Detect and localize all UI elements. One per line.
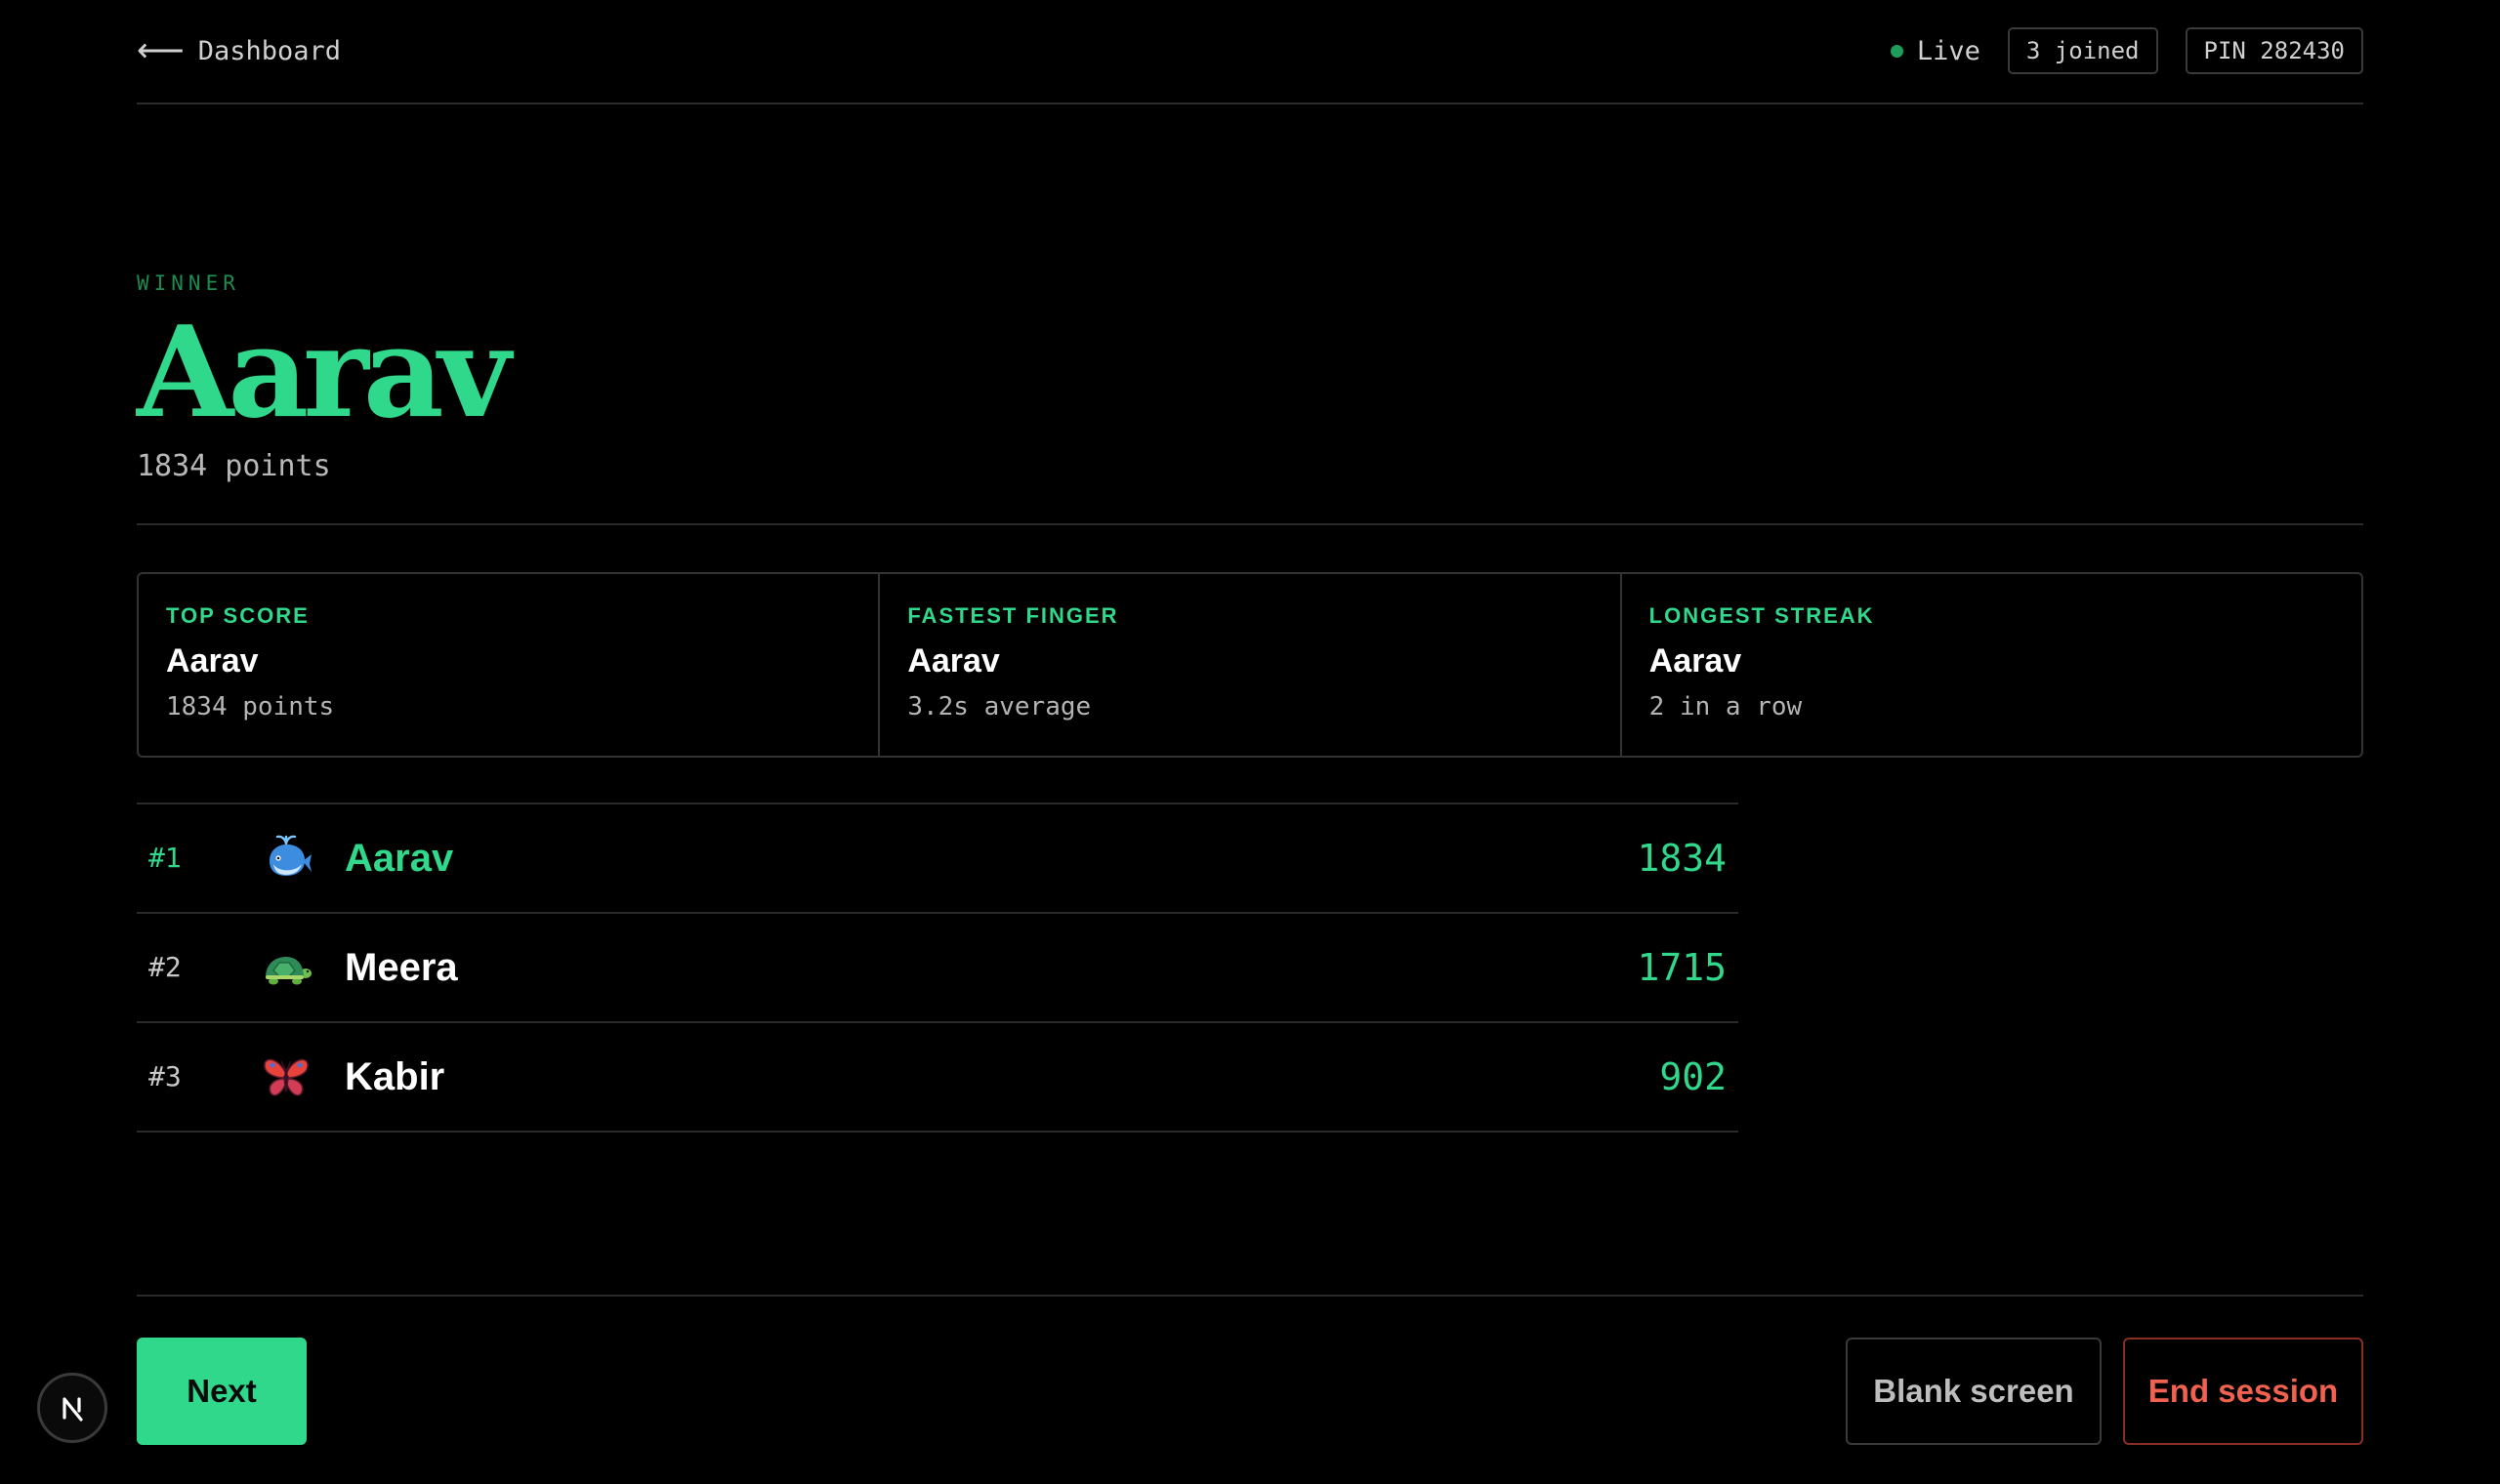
session-status: Live 3 joined PIN 282430: [1890, 27, 2363, 74]
stat-name: Aarav: [1648, 642, 1742, 680]
live-label: Live: [1916, 35, 1980, 66]
butterfly-icon: [264, 1058, 309, 1096]
joined-count-badge: 3 joined: [2007, 27, 2158, 74]
player-name: Kabir: [345, 1055, 445, 1098]
player-score: 1834: [1637, 837, 1727, 880]
n-logo-glyph: [62, 1397, 83, 1422]
stat-detail: 3.2s average: [907, 692, 1092, 721]
winner-points: 1834 points: [137, 449, 331, 483]
top-bar: ⟵ Dashboard Live 3 joined PIN 282430: [137, 0, 2363, 104]
stat-label: LONGEST STREAK: [1648, 603, 1875, 628]
stats-panel: TOP SCORE Aarav 1834 points FASTEST FING…: [137, 572, 2363, 758]
player-name: Aarav: [345, 837, 454, 880]
stat-name: Aarav: [907, 642, 1000, 680]
stat-label: FASTEST FINGER: [907, 603, 1119, 628]
stat-detail: 1834 points: [166, 692, 335, 721]
leaderboard-row: #2 Meera 1715: [137, 914, 1738, 1023]
nextjs-logo-icon[interactable]: [37, 1373, 107, 1443]
arrow-left-icon: ⟵: [137, 32, 185, 69]
blank-screen-button[interactable]: Blank screen: [1846, 1338, 2102, 1445]
stat-card-longest-streak: LONGEST STREAK Aarav 2 in a row: [1619, 574, 2361, 756]
stat-detail: 2 in a row: [1648, 692, 1803, 721]
player-name: Meera: [345, 946, 458, 989]
whale-icon: [270, 835, 312, 876]
stat-card-top-score: TOP SCORE Aarav 1834 points: [139, 574, 878, 756]
stat-name: Aarav: [166, 642, 259, 680]
stat-label: TOP SCORE: [166, 603, 310, 628]
divider: [137, 1295, 2363, 1297]
turtle-icon: [266, 957, 312, 985]
rank: #1: [148, 842, 182, 874]
live-indicator: Live: [1890, 35, 1980, 66]
leaderboard-row: #1 Aarav 1834: [137, 804, 1738, 914]
live-dot-icon: [1890, 44, 1903, 58]
player-score: 1715: [1637, 946, 1727, 989]
back-label: Dashboard: [197, 35, 342, 66]
leaderboard-row: #3 Kabir 902: [137, 1023, 1738, 1133]
pin-badge: PIN 282430: [2185, 27, 2363, 74]
stat-card-fastest-finger: FASTEST FINGER Aarav 3.2s average: [878, 574, 1619, 756]
end-session-button[interactable]: End session: [2123, 1338, 2363, 1445]
divider: [137, 523, 2363, 525]
leaderboard: #1 Aarav 1834 #2 Meera 1715 #3 Kabir 902: [137, 803, 1738, 1133]
next-button[interactable]: Next: [137, 1338, 307, 1445]
winner-label: WINNER: [137, 271, 240, 295]
winner-name: Aarav: [137, 300, 511, 446]
back-to-dashboard-link[interactable]: ⟵ Dashboard: [137, 31, 341, 70]
rank: #3: [148, 1060, 182, 1092]
player-score: 902: [1659, 1055, 1727, 1098]
rank: #2: [148, 951, 182, 983]
